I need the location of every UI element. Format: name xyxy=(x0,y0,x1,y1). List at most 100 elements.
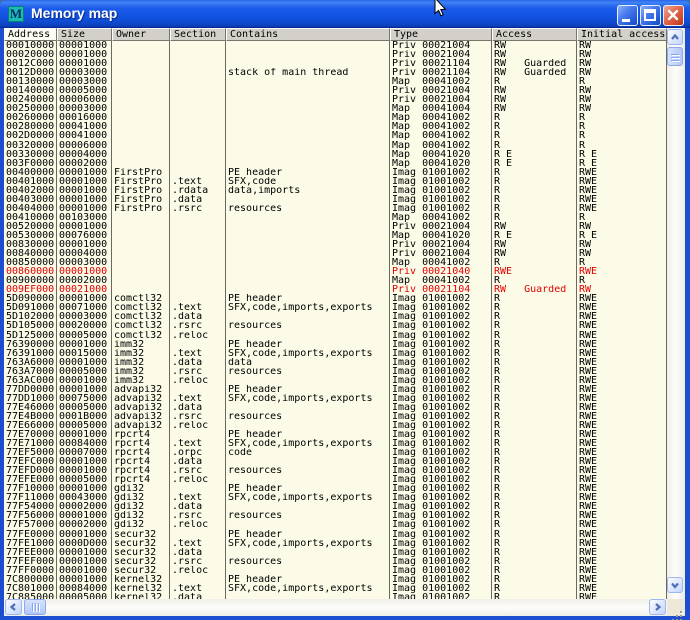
vertical-scroll-thumb[interactable] xyxy=(667,47,683,66)
table-row[interactable]: 77FEE00000001000secur32.dataImag 0100100… xyxy=(4,548,667,557)
cell-size: 00001000 xyxy=(57,376,112,385)
table-row[interactable]: 7639100000015000imm32.textSFX,code,impor… xyxy=(4,349,667,358)
table-row[interactable]: 5D09000000001000comctl32PE headerImag 01… xyxy=(4,294,667,303)
table-row[interactable]: 77FF000000001000secur32.relocImag 010010… xyxy=(4,566,667,575)
cell-initial_access: RWE xyxy=(577,484,667,493)
cell-address: 77F11000 xyxy=(4,493,57,502)
horizontal-scrollbar[interactable] xyxy=(4,599,667,616)
table-row[interactable]: 0053000000076000Map 00041020R ER E xyxy=(4,231,667,240)
table-row[interactable]: 0001000000001000Priv 00021004RWRW xyxy=(4,41,667,50)
cell-address: 00330000 xyxy=(4,150,57,159)
table-row[interactable]: 77EF500000007000rpcrt4.orpccodeImag 0100… xyxy=(4,448,667,457)
table-row[interactable]: 77E4B0000001B000advapi32.rsrcresourcesIm… xyxy=(4,412,667,421)
resize-grip[interactable] xyxy=(680,611,682,613)
table-row[interactable]: 0014000000005000Priv 00021004RWRW xyxy=(4,86,667,95)
table-row[interactable]: 7C80000000001000kernel32PE headerImag 01… xyxy=(4,575,667,584)
table-row[interactable]: 0086000000001000Priv 00021040RWERWE xyxy=(4,267,667,276)
cell-size: 00001000 xyxy=(57,557,112,566)
cell-initial_access: R xyxy=(577,276,667,285)
table-row[interactable]: 0040200000001000FirstPro.rdatadata,impor… xyxy=(4,186,667,195)
table-row[interactable]: 77E6600000005000advapi32.relocImag 01001… xyxy=(4,421,667,430)
table-row[interactable]: 7C80100000084000kernel32.textSFX,code,im… xyxy=(4,584,667,593)
table-row[interactable]: 0084000000004000Priv 00021004RWRW xyxy=(4,249,667,258)
table-row[interactable]: 763AC00000001000imm32.relocImag 01001002… xyxy=(4,376,667,385)
table-row[interactable]: 77FEF00000001000secur32.rsrcresourcesIma… xyxy=(4,557,667,566)
table-row[interactable]: 002D000000041000Map 00041002RR xyxy=(4,131,667,140)
scroll-down-button[interactable] xyxy=(667,577,683,593)
cell-size: 00002000 xyxy=(57,520,112,529)
vertical-scrollbar[interactable] xyxy=(667,28,684,599)
maximize-button[interactable] xyxy=(640,5,661,26)
table-row[interactable]: 77E4600000005000advapi32.dataImag 010010… xyxy=(4,403,667,412)
column-header-contains[interactable]: Contains xyxy=(226,28,390,41)
cell-address: 77E71000 xyxy=(4,439,57,448)
table-row[interactable]: 77DD100000075000advapi32.textSFX,code,im… xyxy=(4,394,667,403)
cell-address: 77F56000 xyxy=(4,511,57,520)
table-row[interactable]: 77FE10000000D000secur32.textSFX,code,imp… xyxy=(4,539,667,548)
horizontal-scroll-thumb[interactable] xyxy=(24,599,46,615)
cell-owner: imm32 xyxy=(112,367,170,376)
column-header-owner[interactable]: Owner xyxy=(112,28,170,41)
column-header-address[interactable]: Address xyxy=(4,28,57,41)
table-row[interactable]: 0028000000041000Map 00041002RR xyxy=(4,122,667,131)
table-row[interactable]: 77F5700000002000gdi32.relocImag 01001002… xyxy=(4,520,667,529)
table-row[interactable]: 77DD000000001000advapi32PE headerImag 01… xyxy=(4,385,667,394)
table-row[interactable]: 5D12500000005000comctl32.relocImag 01001… xyxy=(4,331,667,340)
table-row[interactable]: 0024000000006000Priv 00021004RWRW xyxy=(4,95,667,104)
column-header-access[interactable]: Access xyxy=(492,28,577,41)
table-row[interactable]: 77F5600000001000gdi32.rsrcresourcesImag … xyxy=(4,511,667,520)
table-row[interactable]: 0052000000001000Priv 00021004RWRW xyxy=(4,222,667,231)
cell-initial_access: RWE xyxy=(577,457,667,466)
table-row[interactable]: 0040000000001000FirstProPE headerImag 01… xyxy=(4,168,667,177)
column-header-section[interactable]: Section xyxy=(170,28,226,41)
cell-contains xyxy=(226,520,390,529)
table-row[interactable]: 0025000000003000Map 00041004RWRW xyxy=(4,104,667,113)
table-row[interactable]: 77F5400000002000gdi32.dataImag 01001002R… xyxy=(4,502,667,511)
table-row[interactable]: 77E7000000001000rpcrt4PE headerImag 0100… xyxy=(4,430,667,439)
table-row[interactable]: 0040300000001000FirstPro.dataImag 010010… xyxy=(4,195,667,204)
table-row[interactable]: 77FE000000001000secur32PE headerImag 010… xyxy=(4,530,667,539)
table-row[interactable]: 77EFD00000001000rpcrt4.rsrcresourcesImag… xyxy=(4,466,667,475)
scroll-left-button[interactable] xyxy=(5,599,22,615)
table-row[interactable]: 0040400000001000FirstPro.rsrcresourcesIm… xyxy=(4,204,667,213)
table-row[interactable]: 77EFC00000001000rpcrt4.dataImag 01001002… xyxy=(4,457,667,466)
table-row[interactable]: 0033000000004000Map 00041020R ER E xyxy=(4,150,667,159)
table-row[interactable]: 0032000000006000Map 00041002RR xyxy=(4,141,667,150)
table-row[interactable]: 0012D00000003000stack of main threadPriv… xyxy=(4,68,667,77)
cell-access: RW xyxy=(492,41,577,50)
table-row[interactable]: 009EF00000021000Priv 00021104RW GuardedR… xyxy=(4,285,667,294)
table-row[interactable]: 77F1100000043000gdi32.textSFX,code,impor… xyxy=(4,493,667,502)
table-row[interactable]: 0083000000001000Priv 00021004RWRW xyxy=(4,240,667,249)
table-row[interactable]: 0040100000001000FirstPro.textSFX,codeIma… xyxy=(4,177,667,186)
cell-owner xyxy=(112,95,170,104)
table-row[interactable]: 5D10500000020000comctl32.rsrcresourcesIm… xyxy=(4,321,667,330)
table-row[interactable]: 77EFE00000005000rpcrt4.relocImag 0100100… xyxy=(4,475,667,484)
scroll-up-button[interactable] xyxy=(667,29,683,45)
table-row[interactable]: 77F1000000001000gdi32PE headerImag 01001… xyxy=(4,484,667,493)
column-header-type[interactable]: Type xyxy=(390,28,492,41)
table-row[interactable]: 0090000000002000Map 00041002RR xyxy=(4,276,667,285)
table-row[interactable]: 0012C00000001000Priv 00021104RW GuardedR… xyxy=(4,59,667,68)
column-header-initial-access[interactable]: Initial access xyxy=(577,28,667,41)
table-row[interactable]: 5D10200000003000comctl32.dataImag 010010… xyxy=(4,312,667,321)
cell-contains: resources xyxy=(226,557,390,566)
table-row[interactable]: 7639000000001000imm32PE headerImag 01001… xyxy=(4,340,667,349)
table-row[interactable]: 763A700000005000imm32.rsrcresourcesImag … xyxy=(4,367,667,376)
table-row[interactable]: 77E7100000084000rpcrt4.textSFX,code,impo… xyxy=(4,439,667,448)
table-row[interactable]: 0013000000003000Map 00041002RR xyxy=(4,77,667,86)
cell-section xyxy=(170,68,226,77)
cell-type: Imag 01001002 xyxy=(390,294,492,303)
minimize-button[interactable] xyxy=(617,5,638,26)
titlebar[interactable]: M Memory map xyxy=(0,0,690,28)
close-button[interactable] xyxy=(663,5,684,26)
column-header-size[interactable]: Size xyxy=(57,28,112,41)
table-row[interactable]: 0002000000001000Priv 00021004RWRW xyxy=(4,50,667,59)
table-row[interactable]: 0085000000003000Map 00041002RR xyxy=(4,258,667,267)
table-viewport: 0001000000001000Priv 00021004RWRW0002000… xyxy=(4,41,667,599)
table-row[interactable]: 0041000000103000Map 00041002RR xyxy=(4,213,667,222)
scroll-right-button[interactable] xyxy=(649,599,666,615)
table-row[interactable]: 763A600000001000imm32.datadataImag 01001… xyxy=(4,358,667,367)
table-row[interactable]: 0026000000016000Map 00041002RR xyxy=(4,113,667,122)
table-row[interactable]: 003F000000002000Map 00041020R ER E xyxy=(4,159,667,168)
table-row[interactable]: 5D09100000071000comctl32.textSFX,code,im… xyxy=(4,303,667,312)
